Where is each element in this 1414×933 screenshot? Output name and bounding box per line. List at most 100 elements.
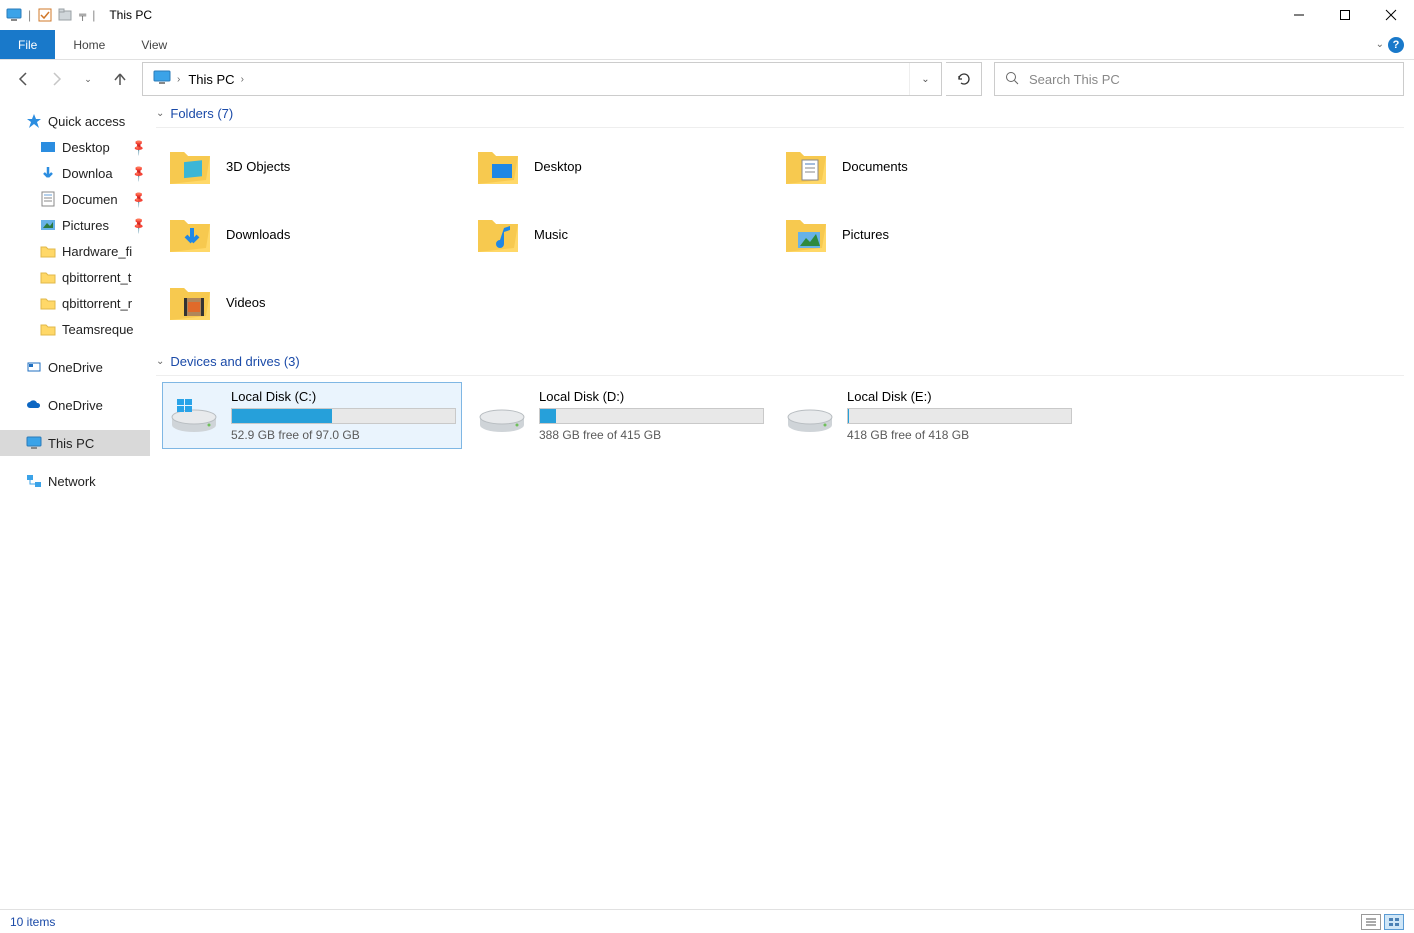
- this-pc-icon: [26, 435, 42, 451]
- sidebar-quick-item[interactable]: Desktop📌: [0, 134, 150, 160]
- minimize-button[interactable]: [1276, 0, 1322, 30]
- folder-item[interactable]: Desktop: [470, 134, 770, 198]
- sidebar-item-label: OneDrive: [48, 360, 103, 375]
- folder-item[interactable]: Pictures: [778, 202, 1078, 266]
- folder-label: Downloads: [226, 227, 290, 242]
- sidebar-network[interactable]: Network: [0, 468, 150, 494]
- sidebar-item-label: Hardware_fi: [62, 244, 132, 259]
- sidebar-onedrive-local[interactable]: OneDrive: [0, 354, 150, 380]
- drive-item[interactable]: Local Disk (E:)418 GB free of 418 GB: [778, 382, 1078, 449]
- folder-item[interactable]: Downloads: [162, 202, 462, 266]
- history-dropdown[interactable]: ⌄: [74, 65, 102, 93]
- sidebar-quick-item[interactable]: Teamsreque: [0, 316, 150, 342]
- drive-label: Local Disk (D:): [539, 389, 764, 404]
- sidebar-quick-item[interactable]: Downloa 📌: [0, 160, 150, 186]
- pin-icon: 📌: [130, 216, 149, 235]
- folder-item[interactable]: Videos: [162, 270, 462, 334]
- onedrive-icon: [26, 359, 42, 375]
- address-bar[interactable]: › This PC › ⌄: [142, 62, 942, 96]
- group-header-drives[interactable]: ⌄ Devices and drives (3): [156, 346, 1404, 376]
- sidebar-quick-access[interactable]: Quick access: [0, 108, 150, 134]
- sidebar-this-pc[interactable]: This PC: [0, 430, 150, 456]
- folder-item[interactable]: Music: [470, 202, 770, 266]
- group-title-label: Devices and drives (3): [170, 354, 299, 369]
- status-item-count: 10 items: [10, 915, 55, 929]
- status-bar: 10 items: [0, 909, 1414, 933]
- chevron-right-icon[interactable]: ›: [241, 74, 244, 85]
- maximize-button[interactable]: [1322, 0, 1368, 30]
- chevron-down-icon: ⌄: [156, 356, 164, 367]
- item-icon: [40, 269, 56, 285]
- sidebar-item-label: Documen: [62, 192, 118, 207]
- close-button[interactable]: [1368, 0, 1414, 30]
- sidebar-quick-item[interactable]: qbittorrent_t: [0, 264, 150, 290]
- separator: |: [92, 8, 95, 22]
- folder-item[interactable]: 3D Objects: [162, 134, 462, 198]
- view-details-button[interactable]: [1361, 914, 1381, 930]
- qat-newfolder-icon[interactable]: [57, 7, 73, 23]
- search-input[interactable]: [1029, 72, 1393, 87]
- breadcrumb-label: This PC: [188, 72, 234, 87]
- sidebar-quick-item[interactable]: Hardware_fi: [0, 238, 150, 264]
- back-button[interactable]: [10, 65, 38, 93]
- content-pane: ⌄ Folders (7) 3D Objects Desktop Documents…: [150, 98, 1414, 909]
- separator: |: [28, 8, 31, 22]
- help-button[interactable]: ?: [1388, 37, 1404, 53]
- drive-usage-bar: [539, 408, 764, 424]
- sidebar-item-label: Downloa: [62, 166, 113, 181]
- drive-usage-bar: [847, 408, 1072, 424]
- tab-file[interactable]: File: [0, 30, 55, 59]
- tab-view[interactable]: View: [123, 30, 185, 59]
- item-icon: [40, 191, 56, 207]
- folder-label: Music: [534, 227, 568, 242]
- sidebar-quick-item[interactable]: qbittorrent_r: [0, 290, 150, 316]
- up-button[interactable]: [106, 65, 134, 93]
- item-icon: [40, 243, 56, 259]
- sidebar-item-label: qbittorrent_r: [62, 296, 132, 311]
- folder-icon: [166, 210, 214, 258]
- folder-icon: [474, 210, 522, 258]
- item-icon: [40, 321, 56, 337]
- folder-icon: [782, 210, 830, 258]
- sidebar-item-label: This PC: [48, 436, 94, 451]
- folder-item[interactable]: Documents: [778, 134, 1078, 198]
- drive-item[interactable]: Local Disk (D:) 388 GB free of 415 GB: [470, 382, 770, 449]
- folder-label: Desktop: [534, 159, 582, 174]
- folder-label: Documents: [842, 159, 908, 174]
- window-title: This PC: [109, 8, 152, 22]
- sidebar-onedrive-cloud[interactable]: OneDrive: [0, 392, 150, 418]
- search-icon: [1005, 71, 1019, 88]
- sidebar-quick-item[interactable]: Documen 📌: [0, 186, 150, 212]
- chevron-right-icon[interactable]: ›: [177, 74, 180, 85]
- drive-free-text: 388 GB free of 415 GB: [539, 428, 764, 442]
- drive-item[interactable]: Local Disk (C:)52.9 GB free of 97.0 GB: [162, 382, 462, 449]
- forward-button[interactable]: [42, 65, 70, 93]
- ribbon-expand-icon[interactable]: ⌄: [1376, 39, 1384, 50]
- sidebar-item-label: Teamsreque: [62, 322, 134, 337]
- group-header-folders[interactable]: ⌄ Folders (7): [156, 98, 1404, 128]
- folder-icon: [782, 142, 830, 190]
- tab-home[interactable]: Home: [55, 30, 123, 59]
- pin-icon: 📌: [130, 138, 149, 157]
- search-box[interactable]: [994, 62, 1404, 96]
- sidebar-quick-item[interactable]: Pictures 📌: [0, 212, 150, 238]
- pin-icon: 📌: [130, 164, 149, 183]
- folder-icon: [166, 142, 214, 190]
- item-icon: [40, 139, 56, 155]
- sidebar-item-label: Network: [48, 474, 96, 489]
- pin-icon: 📌: [130, 190, 149, 209]
- view-tiles-button[interactable]: [1384, 914, 1404, 930]
- this-pc-icon: [6, 7, 22, 23]
- navigation-row: ⌄ › This PC › ⌄: [0, 60, 1414, 98]
- this-pc-icon: [153, 70, 171, 88]
- drive-icon: [785, 395, 835, 435]
- folder-label: Videos: [226, 295, 266, 310]
- address-history-dropdown[interactable]: ⌄: [909, 63, 941, 95]
- sidebar-item-label: Pictures: [62, 218, 109, 233]
- refresh-button[interactable]: [946, 62, 982, 96]
- qat-properties-icon[interactable]: [37, 7, 53, 23]
- qat-dropdown-icon[interactable]: ╤: [79, 10, 86, 21]
- sidebar-item-label: qbittorrent_t: [62, 270, 131, 285]
- breadcrumb-this-pc[interactable]: This PC ›: [184, 72, 248, 87]
- ribbon: File Home View ⌄ ?: [0, 30, 1414, 60]
